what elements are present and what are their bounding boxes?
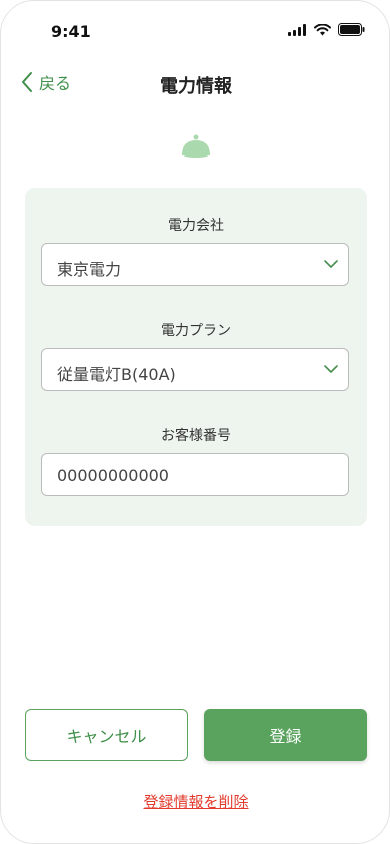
company-label: 電力会社 [168, 218, 224, 234]
status-bar: 9:41 [1, 1, 389, 61]
power-info-card: 電力会社 東京電力 電力プラン 従量電灯B(40A) お客様番号 0000000… [25, 188, 367, 526]
cancel-button[interactable]: キャンセル [25, 709, 188, 761]
page-title: 電力情報 [160, 76, 232, 97]
nav-bar: 戻る 電力情報 [1, 63, 389, 103]
bell-icon [182, 134, 210, 158]
customer-number-value: 00000000000 [57, 466, 169, 485]
register-button[interactable]: 登録 [204, 709, 367, 761]
plan-select[interactable]: 従量電灯B(40A) [41, 348, 349, 391]
plan-label: 電力プラン [161, 323, 231, 339]
company-value: 東京電力 [57, 260, 122, 279]
wifi-icon [314, 23, 331, 35]
battery-icon [338, 23, 365, 36]
customer-number-input[interactable]: 00000000000 [41, 453, 349, 496]
status-time: 9:41 [51, 22, 91, 41]
phone-frame: 9:41 戻る 電力情報 電力会社 東京電力 電力プラン 従量電灯B(40A) … [0, 0, 390, 844]
chevron-down-icon [324, 365, 338, 373]
chevron-down-icon [324, 260, 338, 268]
delete-registration-link[interactable]: 登録情報を削除 [1, 791, 389, 812]
status-icons [288, 23, 365, 36]
company-select[interactable]: 東京電力 [41, 243, 349, 286]
plan-value: 従量電灯B(40A) [57, 365, 176, 384]
customer-number-label: お客様番号 [161, 428, 231, 444]
signal-icon [288, 23, 306, 36]
